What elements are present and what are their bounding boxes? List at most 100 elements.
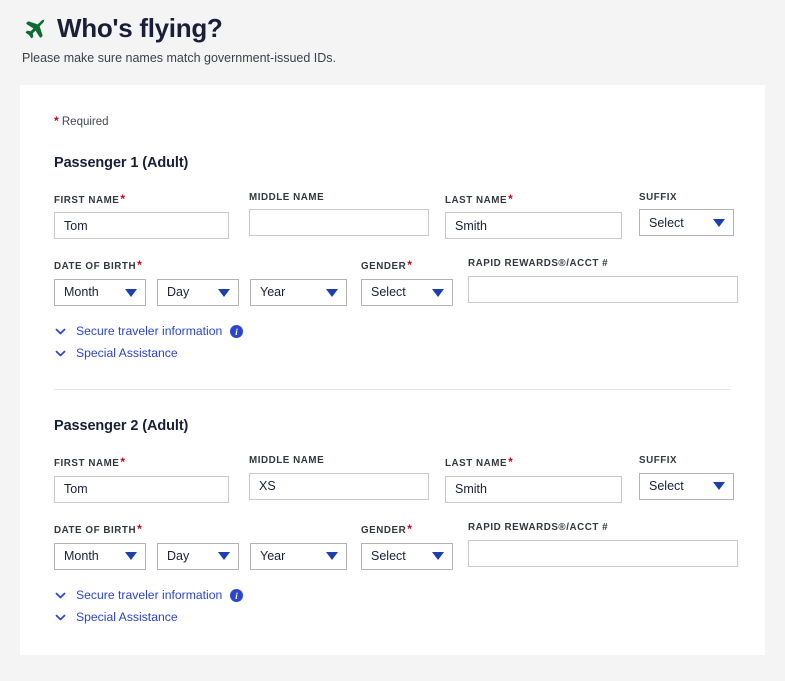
- chevron-down-icon: [432, 289, 444, 297]
- birth-day-select-2[interactable]: Day: [157, 543, 239, 570]
- info-icon[interactable]: i: [230, 325, 243, 338]
- special-assistance-label-2: Special Assistance: [76, 611, 178, 623]
- gender-select-1[interactable]: Select: [361, 279, 453, 306]
- first-name-required-1: *: [120, 192, 125, 206]
- page-subtitle: Please make sure names match government-…: [22, 50, 785, 66]
- chevron-down-icon: [218, 289, 230, 297]
- suffix-select-value-2: Select: [649, 480, 684, 493]
- middle-name-label-1: MIDDLE NAME: [249, 193, 429, 203]
- passenger-2-heading: Passenger 2 (Adult): [54, 418, 731, 434]
- gender-required-1: *: [407, 258, 412, 272]
- gender-select-2[interactable]: Select: [361, 543, 453, 570]
- gender-label-text-1: GENDER: [361, 261, 406, 272]
- last-name-field-2: LAST NAME*: [445, 456, 622, 503]
- date-of-birth-label-text-2: DATE OF BIRTH: [54, 525, 136, 536]
- chevron-down-icon: [54, 347, 67, 360]
- birth-day-select-1[interactable]: Day: [157, 279, 239, 306]
- gender-field-2: GENDER* Select: [361, 523, 453, 570]
- last-name-input-2[interactable]: [445, 476, 622, 503]
- date-of-birth-label-2: DATE OF BIRTH*: [54, 523, 361, 536]
- passenger-block-2: Passenger 2 (Adult) FIRST NAME* MIDDLE N…: [54, 390, 731, 624]
- chevron-down-icon: [54, 589, 67, 602]
- secure-traveler-information-toggle-2[interactable]: Secure traveler information i: [54, 589, 731, 602]
- middle-name-label-2: MIDDLE NAME: [249, 456, 429, 466]
- middle-name-field-1: MIDDLE NAME: [249, 193, 429, 237]
- chevron-down-icon: [326, 289, 338, 297]
- first-name-input-1[interactable]: [54, 212, 229, 239]
- passenger-1-disclosures: Secure traveler information i Special As…: [54, 325, 731, 360]
- suffix-label-2: SUFFIX: [639, 456, 734, 466]
- passenger-2-name-row: FIRST NAME* MIDDLE NAME LAST NAME* SUFFI…: [54, 456, 731, 503]
- first-name-field-1: FIRST NAME*: [54, 193, 229, 240]
- last-name-label-1: LAST NAME*: [445, 193, 622, 206]
- birth-month-value-1: Month: [64, 286, 99, 299]
- date-of-birth-required-2: *: [137, 522, 142, 536]
- rapid-rewards-input-1[interactable]: [468, 276, 738, 303]
- passenger-2-dob-row: DATE OF BIRTH* Month Day Year: [54, 523, 731, 570]
- birth-year-value-2: Year: [260, 550, 285, 563]
- chevron-down-icon: [125, 289, 137, 297]
- suffix-select-value-1: Select: [649, 217, 684, 230]
- birth-year-select-1[interactable]: Year: [250, 279, 347, 306]
- first-name-input-2[interactable]: [54, 476, 229, 503]
- passenger-1-dob-row: DATE OF BIRTH* Month Day Year: [54, 259, 731, 306]
- birth-month-select-2[interactable]: Month: [54, 543, 146, 570]
- rapid-rewards-field-1: RAPID REWARDS®/ACCT #: [468, 259, 738, 303]
- info-icon[interactable]: i: [230, 589, 243, 602]
- page-title: Who's flying?: [57, 14, 222, 43]
- rapid-rewards-input-2[interactable]: [468, 540, 738, 567]
- chevron-down-icon: [125, 552, 137, 560]
- date-of-birth-label-1: DATE OF BIRTH*: [54, 259, 361, 272]
- gender-label-2: GENDER*: [361, 523, 453, 536]
- first-name-label-text-1: FIRST NAME: [54, 195, 119, 206]
- middle-name-input-2[interactable]: [249, 473, 429, 500]
- date-of-birth-label-text-1: DATE OF BIRTH: [54, 261, 136, 272]
- passenger-block-1: Passenger 1 (Adult) FIRST NAME* MIDDLE N…: [54, 155, 731, 361]
- first-name-label-1: FIRST NAME*: [54, 193, 229, 206]
- chevron-down-icon: [713, 482, 725, 490]
- rapid-rewards-label-2: RAPID REWARDS®/ACCT #: [468, 523, 738, 533]
- last-name-label-text-1: LAST NAME: [445, 195, 507, 206]
- first-name-field-2: FIRST NAME*: [54, 456, 229, 503]
- chevron-down-icon: [54, 611, 67, 624]
- chevron-down-icon: [326, 552, 338, 560]
- date-of-birth-required-1: *: [137, 258, 142, 272]
- special-assistance-toggle-2[interactable]: Special Assistance: [54, 611, 731, 624]
- airplane-icon: [21, 16, 48, 43]
- middle-name-input-1[interactable]: [249, 209, 429, 236]
- secure-traveler-information-label-2: Secure traveler information: [76, 589, 222, 601]
- first-name-label-2: FIRST NAME*: [54, 456, 229, 469]
- secure-traveler-information-label-1: Secure traveler information: [76, 325, 222, 337]
- last-name-input-1[interactable]: [445, 212, 622, 239]
- last-name-field-1: LAST NAME*: [445, 193, 622, 240]
- chevron-down-icon: [713, 219, 725, 227]
- rapid-rewards-field-2: RAPID REWARDS®/ACCT #: [468, 523, 738, 567]
- rapid-rewards-label-1: RAPID REWARDS®/ACCT #: [468, 259, 738, 269]
- secure-traveler-information-toggle-1[interactable]: Secure traveler information i: [54, 325, 731, 338]
- special-assistance-label-1: Special Assistance: [76, 347, 178, 359]
- birth-year-select-2[interactable]: Year: [250, 543, 347, 570]
- required-asterisk: *: [54, 114, 59, 128]
- passenger-form-card: * Required Passenger 1 (Adult) FIRST NAM…: [20, 85, 765, 655]
- date-of-birth-field-2: DATE OF BIRTH* Month Day Year: [54, 523, 361, 570]
- birth-month-select-1[interactable]: Month: [54, 279, 146, 306]
- chevron-down-icon: [54, 325, 67, 338]
- suffix-field-2: SUFFIX Select: [639, 456, 734, 500]
- required-note-label: Required: [62, 116, 109, 128]
- last-name-label-2: LAST NAME*: [445, 456, 622, 469]
- chevron-down-icon: [432, 552, 444, 560]
- birth-month-value-2: Month: [64, 550, 99, 563]
- suffix-select-1[interactable]: Select: [639, 209, 734, 236]
- last-name-label-text-2: LAST NAME: [445, 458, 507, 469]
- passenger-1-heading: Passenger 1 (Adult): [54, 155, 731, 171]
- last-name-required-2: *: [508, 455, 513, 469]
- passenger-1-name-row: FIRST NAME* MIDDLE NAME LAST NAME* SUFFI…: [54, 193, 731, 240]
- birth-day-value-2: Day: [167, 550, 189, 563]
- first-name-label-text-2: FIRST NAME: [54, 458, 119, 469]
- special-assistance-toggle-1[interactable]: Special Assistance: [54, 347, 731, 360]
- suffix-label-1: SUFFIX: [639, 193, 734, 203]
- gender-field-1: GENDER* Select: [361, 259, 453, 306]
- gender-label-1: GENDER*: [361, 259, 453, 272]
- required-note: * Required: [54, 115, 731, 129]
- suffix-select-2[interactable]: Select: [639, 473, 734, 500]
